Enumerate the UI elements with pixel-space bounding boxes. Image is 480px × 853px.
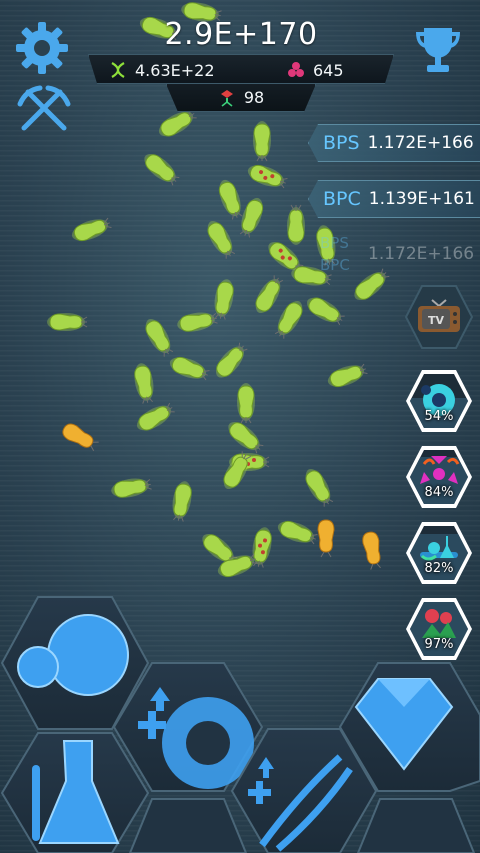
lab-boost-icon: [406, 522, 472, 584]
radiation-boost-icon: [406, 446, 472, 508]
bacterium: [305, 468, 334, 507]
trophy-icon: [416, 28, 460, 72]
mutagen-icon: [288, 62, 304, 77]
virus-boost-badge[interactable]: 54%: [404, 366, 474, 436]
bacterium: [172, 481, 192, 522]
bacterium: [47, 313, 88, 331]
bpc-value: 1.139E+161: [368, 189, 475, 209]
bps-value: 1.172E+166: [367, 133, 474, 153]
mutagen-resource: 645: [287, 59, 344, 81]
crossed-pickaxes-icon: [17, 85, 71, 131]
golden-bacterium[interactable]: [347, 523, 398, 574]
dna-resource: 4.63E+22: [109, 59, 215, 81]
golden-bacterium[interactable]: [48, 406, 108, 466]
achievements-button[interactable]: [410, 22, 466, 78]
bps-label: BPS: [323, 132, 360, 154]
virus-boost-percent: 54%: [424, 409, 454, 424]
tv-label: TV: [428, 314, 445, 327]
bacteria-total: 2.9E+170: [164, 16, 318, 52]
settings-button[interactable]: [14, 20, 70, 76]
dna-icon: [111, 62, 125, 78]
gear-icon: [16, 22, 68, 74]
bacteria-counter: 2.9E+170: [88, 14, 394, 54]
radiation-boost-percent: 84%: [424, 485, 454, 500]
tv-icon: TV: [418, 299, 460, 332]
lab-boost-percent: 82%: [424, 561, 454, 576]
tv-button[interactable]: TV: [404, 282, 474, 352]
faded-bpc-label: BPC: [320, 256, 350, 274]
bacterium: [111, 478, 152, 498]
bacterium: [71, 217, 112, 242]
virus-resource: 98: [166, 84, 316, 112]
dna-value: 4.63E+22: [135, 60, 215, 80]
bpc-panel: BPC 1.139E+161: [308, 180, 480, 218]
bps-panel: BPS 1.172E+166: [308, 124, 480, 162]
mutagen-value: 645: [313, 60, 344, 80]
mining-button[interactable]: [16, 84, 72, 140]
virus-value: 98: [243, 88, 265, 107]
faded-stats-panel: BPS BPC 1.172E+166: [312, 232, 480, 278]
bacterium: [327, 363, 368, 388]
resource-bar: 4.63E+22 645: [88, 54, 394, 84]
empty-slot: [356, 798, 476, 853]
lab-boost-badge[interactable]: 82%: [404, 518, 474, 588]
bacterium: [144, 153, 180, 186]
research-button[interactable]: [0, 732, 150, 853]
radiation-boost-badge[interactable]: 84%: [404, 442, 474, 512]
virus-icon: [220, 89, 233, 107]
bottom-panel: [0, 596, 480, 853]
golden-bacterium[interactable]: [304, 514, 348, 558]
faded-value: 1.172E+166: [368, 244, 475, 264]
bpc-label: BPC: [323, 188, 361, 210]
virus-boost-icon: [406, 370, 472, 432]
faded-bps-label: BPS: [320, 234, 349, 252]
empty-slot: [128, 798, 248, 853]
